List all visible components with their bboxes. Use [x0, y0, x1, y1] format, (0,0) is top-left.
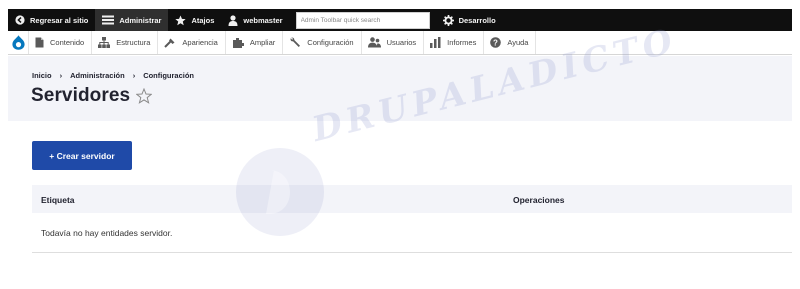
- menu-item-label: Usuarios: [386, 38, 417, 47]
- menu-item-label: Informes: [447, 38, 477, 47]
- breadcrumb-link-administration[interactable]: Administración: [70, 71, 125, 80]
- reports-icon: [430, 37, 441, 48]
- table-header-row: Etiqueta Operaciones: [32, 185, 792, 213]
- breadcrumb-separator: ›: [59, 71, 63, 80]
- breadcrumb-separator: ›: [132, 71, 136, 80]
- star-icon: [175, 14, 187, 26]
- menu-item-label: Estructura: [116, 38, 151, 47]
- table-empty-row: Todavía no hay entidades servidor.: [32, 213, 792, 253]
- menu-item-extend[interactable]: Ampliar: [224, 31, 282, 54]
- menu-item-label: Ayuda: [507, 38, 529, 47]
- user-icon: [228, 14, 238, 26]
- back-arrow-icon: [15, 15, 25, 25]
- back-to-site-link[interactable]: Regresar al sitio: [8, 9, 95, 31]
- users-icon: [367, 37, 381, 48]
- menu-item-help[interactable]: ? Ayuda: [483, 31, 537, 54]
- breadcrumb-link-configuration[interactable]: Configuración: [143, 71, 194, 80]
- column-header-label: Etiqueta: [41, 195, 75, 205]
- breadcrumb: Inicio › Administración › Configuración: [32, 71, 194, 80]
- appearance-icon: [164, 37, 176, 48]
- gear-icon: [442, 14, 454, 26]
- manage-tab[interactable]: Administrar: [95, 9, 169, 31]
- add-shortcut-star-icon[interactable]: [135, 87, 153, 109]
- back-to-site-label: Regresar al sitio: [30, 15, 89, 25]
- structure-icon: [98, 37, 111, 48]
- help-icon: ?: [490, 37, 502, 48]
- menu-item-label: Apariencia: [182, 38, 218, 47]
- menu-item-appearance[interactable]: Apariencia: [157, 31, 224, 54]
- menu-item-structure[interactable]: Estructura: [91, 31, 157, 54]
- drupal-logo-icon[interactable]: [8, 31, 28, 54]
- page-title: Servidores: [31, 85, 131, 106]
- column-header-operations: Operaciones: [513, 195, 565, 205]
- manage-tab-label: Administrar: [119, 15, 162, 25]
- menu-item-people[interactable]: Usuarios: [360, 31, 424, 54]
- add-server-button[interactable]: + Crear servidor: [32, 141, 132, 170]
- extend-icon: [232, 37, 244, 48]
- menu-item-label: Ampliar: [249, 38, 276, 47]
- content-icon: [35, 37, 44, 48]
- menu-item-content[interactable]: Contenido: [28, 31, 91, 54]
- menu-item-configuration[interactable]: Configuración: [282, 31, 360, 54]
- hamburger-icon: [102, 15, 115, 25]
- shortcuts-tab[interactable]: Atajos: [168, 9, 221, 31]
- shortcuts-tab-label: Atajos: [191, 15, 215, 25]
- menu-item-reports[interactable]: Informes: [423, 31, 483, 54]
- development-tab[interactable]: Desarrollo: [436, 9, 503, 31]
- breadcrumb-link-home[interactable]: Inicio: [32, 71, 52, 80]
- watermark-logo: [236, 148, 324, 236]
- servers-table: Etiqueta Operaciones Todavía no hay enti…: [32, 185, 792, 253]
- svg-text:?: ?: [493, 38, 498, 47]
- menu-item-label: Configuración: [307, 38, 354, 47]
- user-tab-label: webmaster: [243, 15, 283, 25]
- empty-message: Todavía no hay entidades servidor.: [41, 228, 173, 238]
- wrench-icon: [289, 37, 301, 49]
- admin-quick-search-input[interactable]: [295, 11, 430, 29]
- menu-item-label: Contenido: [50, 38, 85, 47]
- admin-toolbar: Regresar al sitio Administrar Atajos web…: [8, 9, 792, 31]
- user-tab[interactable]: webmaster: [221, 9, 289, 31]
- development-tab-label: Desarrollo: [458, 15, 496, 25]
